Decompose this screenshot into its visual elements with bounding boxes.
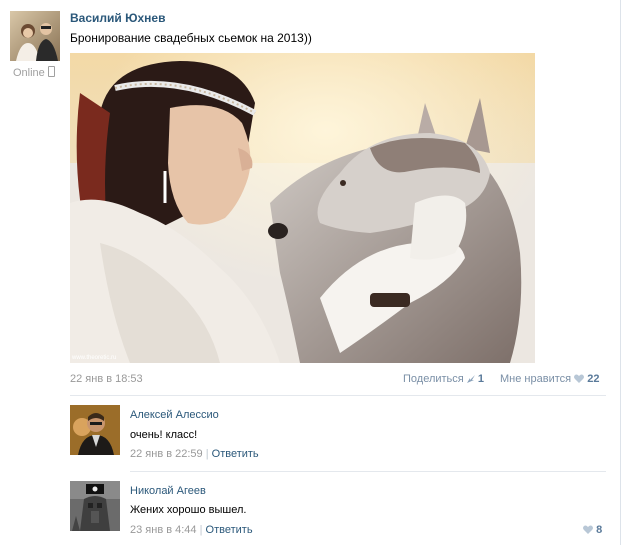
share-icon [466, 375, 475, 383]
post-text: Бронирование свадебных сьемок на 2013)) [70, 31, 312, 45]
heart-icon[interactable] [574, 374, 585, 383]
share-label[interactable]: Поделиться [403, 373, 464, 385]
comment-divider [130, 471, 606, 472]
right-divider [620, 0, 621, 545]
comments-divider [70, 395, 606, 396]
commenter-avatar[interactable] [70, 405, 120, 455]
comment-like-count: 8 [596, 524, 603, 536]
comment-separator: | [199, 524, 203, 536]
comment-text: очень! класс! [130, 429, 198, 441]
like-control[interactable]: Мне нравится 22 [500, 373, 599, 385]
share-control[interactable]: Поделиться 1 [403, 373, 484, 385]
comment-separator: | [205, 448, 209, 460]
like-label[interactable]: Мне нравится [500, 373, 571, 385]
comment-meta: 23 янв в 4:44 | Ответить [130, 524, 253, 536]
photo-watermark: www.theoretic.ru [71, 355, 116, 361]
reply-link[interactable]: Ответить [212, 448, 259, 460]
online-label: Online [13, 67, 45, 79]
comment-text: Жених хорошо вышел. [130, 504, 247, 516]
commenter-avatar[interactable] [70, 481, 120, 531]
author-avatar[interactable] [10, 11, 60, 61]
online-status: Online [13, 66, 55, 79]
comment-author[interactable]: Алексей Алессио [130, 409, 219, 421]
mobile-icon [47, 66, 55, 77]
comment-like-control[interactable]: 8 [583, 524, 602, 536]
post-date[interactable]: 22 янв в 18:53 [70, 373, 143, 385]
comment-date[interactable]: 22 янв в 22:59 [130, 448, 203, 460]
reply-link[interactable]: Ответить [206, 524, 253, 536]
comment-date[interactable]: 23 янв в 4:44 [130, 524, 197, 536]
post-photo[interactable]: www.theoretic.ru [70, 53, 535, 363]
comment-author[interactable]: Николай Агеев [130, 485, 206, 497]
like-count: 22 [587, 373, 600, 385]
share-count: 1 [477, 373, 484, 385]
post-author-name[interactable]: Василий Юхнев [70, 11, 165, 25]
comment-meta: 22 янв в 22:59 | Ответить [130, 448, 259, 460]
heart-icon[interactable] [583, 525, 593, 534]
